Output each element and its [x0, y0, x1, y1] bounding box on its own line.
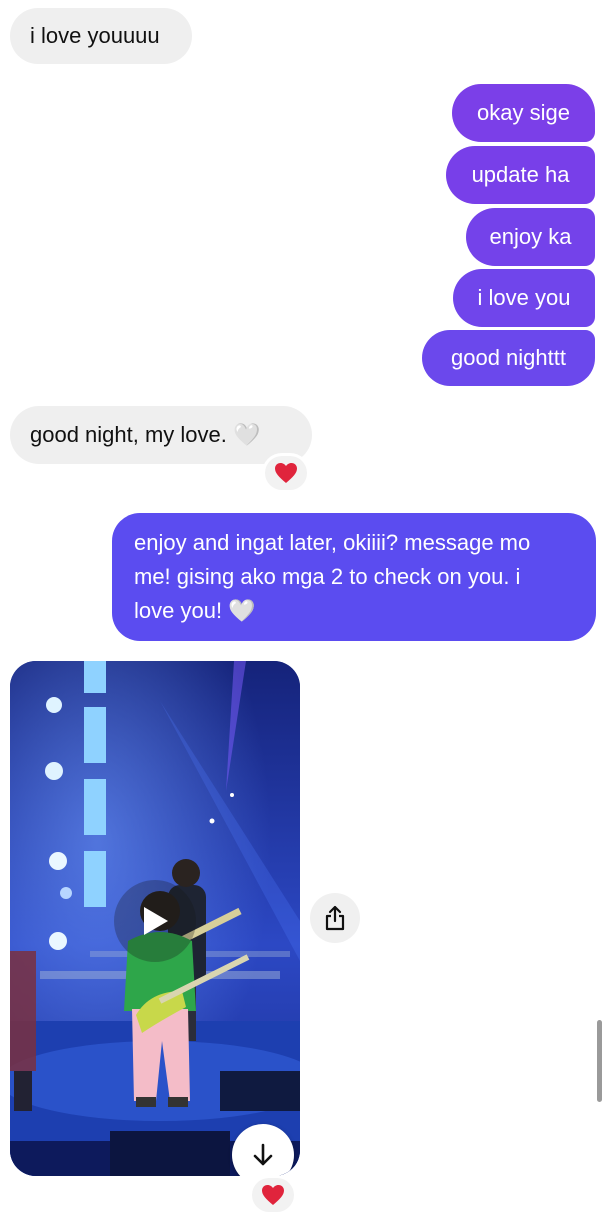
share-icon — [325, 905, 345, 931]
message-text-line: love you! 🤍 — [134, 598, 256, 623]
message-text: good nighttt — [451, 344, 566, 370]
message-incoming[interactable]: i love youuuu — [10, 8, 192, 64]
message-text: good night, my love. 🤍 — [30, 421, 261, 447]
message-outgoing[interactable]: enjoy ka — [466, 208, 595, 266]
reaction-heart[interactable] — [265, 456, 307, 490]
message-outgoing[interactable]: good nighttt — [422, 330, 595, 386]
arrow-down-icon — [253, 1143, 273, 1166]
heart-icon — [275, 463, 297, 483]
message-outgoing[interactable]: enjoy and ingat later, okiiii? message m… — [112, 513, 596, 641]
message-text: enjoy ka — [489, 223, 572, 249]
message-text: i love youuuu — [30, 22, 160, 48]
message-text: okay sige — [477, 99, 570, 125]
message-text: i love you — [477, 284, 571, 310]
scrollbar[interactable] — [597, 1020, 602, 1102]
video-message[interactable] — [10, 661, 300, 1176]
message-text-line: enjoy and ingat later, okiiii? message m… — [134, 530, 531, 555]
message-incoming[interactable]: good night, my love. 🤍 — [10, 406, 312, 464]
reaction-heart[interactable] — [252, 1178, 294, 1212]
play-icon — [144, 907, 168, 935]
message-outgoing[interactable]: okay sige — [452, 84, 595, 142]
play-button[interactable] — [114, 880, 196, 962]
message-text: update ha — [471, 161, 570, 187]
message-text-line: me! gising ako mga 2 to check on you. i — [134, 564, 521, 589]
message-outgoing[interactable]: i love you — [453, 269, 595, 327]
heart-icon — [262, 1185, 284, 1205]
share-button[interactable] — [310, 893, 360, 943]
message-outgoing[interactable]: update ha — [446, 146, 595, 204]
